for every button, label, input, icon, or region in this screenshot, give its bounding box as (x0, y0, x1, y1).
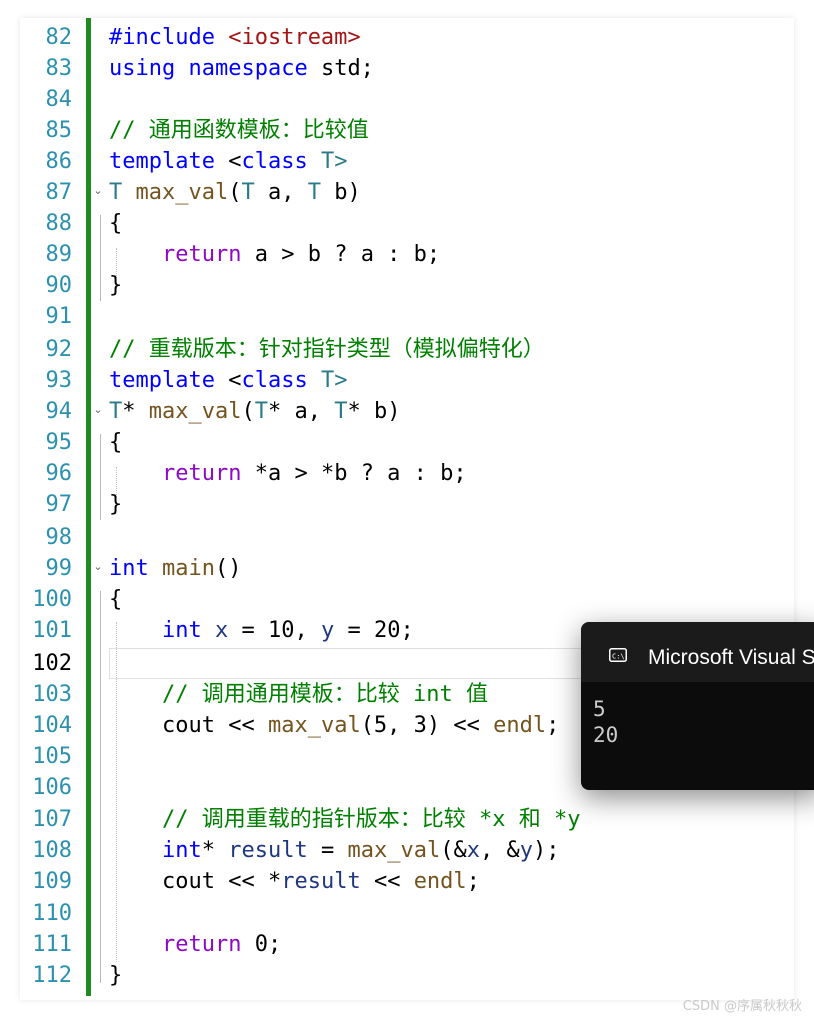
code-text: } (109, 492, 123, 517)
code-line[interactable]: 95 { (20, 427, 794, 458)
line-number: 98 (45, 525, 73, 550)
code-text: } (109, 963, 123, 988)
code-text: } (109, 273, 123, 298)
code-text: cout << max_val(5, 3) << endl; (162, 713, 560, 738)
code-text: T max_val(T a, T b) (109, 180, 361, 205)
code-text: { (109, 211, 123, 236)
line-number: 86 (45, 149, 73, 174)
line-number: 108 (32, 838, 72, 863)
code-line[interactable]: 92 // 重载版本：针对指针类型（模拟偏特化） (20, 334, 794, 365)
code-line[interactable]: 90 } (20, 270, 794, 301)
line-number: 97 (45, 492, 73, 517)
console-title: Microsoft Visual Studio Debug Console (648, 646, 814, 669)
console-output-line: 5 (593, 697, 606, 721)
code-line[interactable]: 88 { (20, 208, 794, 239)
code-line[interactable]: 85 // 通用函数模板：比较值 (20, 115, 794, 146)
line-number: 112 (32, 963, 72, 988)
code-line[interactable]: 89 return a > b ? a : b; (20, 239, 794, 270)
collapse-chevron-icon[interactable]: ⌄ (92, 185, 104, 197)
line-number: 89 (45, 242, 73, 267)
code-text: template <class T> (109, 368, 348, 393)
console-output-line: 20 (593, 723, 619, 747)
line-number: 103 (32, 682, 72, 707)
collapse-chevron-icon[interactable]: ⌄ (92, 561, 104, 573)
code-line[interactable]: 112 } (20, 960, 794, 991)
line-number: 111 (32, 932, 72, 957)
line-number: 106 (32, 775, 72, 800)
collapse-chevron-icon[interactable]: ⌄ (92, 404, 104, 416)
line-number: 90 (45, 273, 73, 298)
line-number: 83 (45, 56, 73, 81)
debug-console-window[interactable]: C:\ Microsoft Visual Studio Debug Consol… (581, 622, 814, 790)
line-number: 104 (32, 713, 72, 738)
line-number: 95 (45, 430, 73, 455)
code-text: template <class T> (109, 149, 348, 174)
code-line[interactable]: 83 using namespace std; (20, 53, 794, 84)
code-line[interactable]: 86 template <class T> (20, 146, 794, 177)
code-line[interactable]: 91 (20, 301, 794, 332)
comment-text: // 重载版本：针对指针类型（模拟偏特化） (109, 337, 545, 362)
line-number: 87 (45, 180, 73, 205)
code-text: { (109, 430, 123, 455)
code-text: using namespace std; (109, 56, 374, 81)
code-editor[interactable]: 82 #include <iostream> 83 using namespac… (20, 18, 794, 1000)
code-line[interactable]: 107 // 调用重载的指针版本：比较 *x 和 *y (20, 804, 794, 835)
code-line[interactable]: 100 { (20, 584, 794, 615)
svg-text:C:\: C:\ (612, 653, 625, 661)
code-line[interactable]: 110 (20, 898, 794, 929)
line-number: 99 (45, 556, 73, 581)
line-number: 85 (45, 118, 73, 143)
code-line[interactable]: 98 (20, 522, 794, 553)
line-number: 110 (32, 901, 72, 926)
code-line[interactable]: 108 int* result = max_val(&x, &y); (20, 835, 794, 866)
code-line[interactable]: 82 #include <iostream> (20, 22, 794, 53)
console-title-bar[interactable]: C:\ Microsoft Visual Studio Debug Consol… (581, 622, 814, 682)
line-number: 88 (45, 211, 73, 236)
code-text: cout << *result << endl; (162, 869, 480, 894)
line-number: 101 (32, 618, 72, 643)
code-line[interactable]: 93 template <class T> (20, 365, 794, 396)
code-line[interactable]: 109 cout << *result << endl; (20, 866, 794, 897)
code-line[interactable]: 94 ⌄ T* max_val(T* a, T* b) (20, 396, 794, 427)
code-text: int x = 10, y = 20; (162, 618, 414, 643)
code-line[interactable]: 96 return *a > *b ? a : b; (20, 458, 794, 489)
line-number: 93 (45, 368, 73, 393)
line-number: 82 (45, 25, 73, 50)
line-number: 84 (45, 87, 73, 112)
comment-text: // 通用函数模板：比较值 (109, 118, 369, 143)
line-number: 109 (32, 869, 72, 894)
line-number: 107 (32, 807, 72, 832)
line-number: 96 (45, 461, 73, 486)
line-number: 91 (45, 304, 73, 329)
code-text: #include <iostream> (109, 25, 361, 50)
line-number: 92 (45, 337, 73, 362)
line-number: 102 (32, 651, 72, 676)
watermark: CSDN @序属秋秋秋 (682, 999, 802, 1014)
comment-text: // 调用通用模板：比较 int 值 (162, 682, 488, 707)
code-line[interactable]: 84 (20, 84, 794, 115)
line-number: 105 (32, 744, 72, 769)
line-number: 94 (45, 399, 73, 424)
code-text: return 0; (162, 932, 282, 957)
comment-text: // 调用重载的指针版本：比较 *x 和 *y (162, 807, 581, 832)
code-line[interactable]: 97 } (20, 489, 794, 520)
console-icon: C:\ (609, 648, 627, 662)
code-line[interactable]: 99 ⌄ int main() (20, 553, 794, 584)
code-line[interactable]: 111 return 0; (20, 929, 794, 960)
code-text: int* result = max_val(&x, &y); (162, 838, 560, 863)
code-text: { (109, 587, 123, 612)
code-line[interactable]: 87 ⌄ T max_val(T a, T b) (20, 177, 794, 208)
code-text: T* max_val(T* a, T* b) (109, 399, 401, 424)
line-number: 100 (32, 587, 72, 612)
code-text: return *a > *b ? a : b; (162, 461, 467, 486)
code-text: return a > b ? a : b; (162, 242, 441, 267)
code-text: int main() (109, 556, 242, 581)
